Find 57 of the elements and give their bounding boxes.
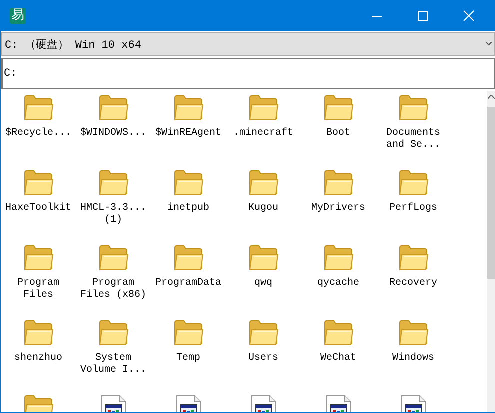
folder-icon[interactable] [324,170,354,196]
file-name[interactable]: $WinREAgent [152,128,225,140]
drive-dropdown[interactable]: C: （硬盘） Win 10 x64 [1,32,495,56]
folder-icon[interactable] [324,245,354,271]
file-name[interactable]: Boot [302,128,375,140]
folder-icon[interactable] [248,170,278,196]
vertical-scrollbar[interactable] [487,91,495,412]
file-name[interactable]: HaxeToolkit [2,203,75,215]
file-name[interactable]: shenzhuo [2,353,75,365]
path-field[interactable]: C: [1,58,495,89]
file-name[interactable]: ProgramData [152,278,225,290]
app-logo-icon: 易 [10,8,26,24]
file-name[interactable]: qwq [227,278,300,290]
folder-icon[interactable] [398,170,428,196]
file-name[interactable]: Users [227,353,300,365]
folder-icon[interactable] [24,320,54,346]
folder-icon[interactable] [24,245,54,271]
folder-icon[interactable] [24,95,54,121]
folder-icon[interactable] [398,245,428,271]
folder-icon[interactable] [174,95,204,121]
file-name[interactable]: Documents and Se... [377,128,450,152]
folder-icon[interactable] [98,245,128,271]
file-name[interactable]: $Recycle... [2,128,75,140]
folder-icon[interactable] [324,95,354,121]
folder-icon[interactable] [174,320,204,346]
file-name[interactable]: Windows [377,353,450,365]
file-name[interactable]: System Volume I... [77,353,150,377]
scrollbar-thumb[interactable] [487,107,495,279]
folder-icon[interactable] [98,170,128,196]
folder-icon[interactable] [248,320,278,346]
maximize-icon[interactable] [417,10,429,22]
file-name[interactable]: HMCL-3.3... (1) [77,203,150,227]
file-name[interactable]: Program Files [2,278,75,302]
file-name[interactable]: .minecraft [227,128,300,140]
file-name[interactable]: MyDrivers [302,203,375,215]
folder-icon[interactable] [398,95,428,121]
folder-icon[interactable] [174,170,204,196]
file-name[interactable]: Recovery [377,278,450,290]
file-name[interactable]: Temp [152,353,225,365]
file-name[interactable]: Kugou [227,203,300,215]
file-name[interactable]: inetpub [152,203,225,215]
file-name[interactable]: qycache [302,278,375,290]
folder-icon[interactable] [98,95,128,121]
folder-icon[interactable] [24,170,54,196]
file-name[interactable]: WeChat [302,353,375,365]
file-name[interactable]: $WINDOWS... [77,128,150,140]
scroll-up-icon[interactable] [488,95,494,99]
folder-icon[interactable] [248,95,278,121]
folder-icon[interactable] [98,320,128,346]
folder-icon[interactable] [174,245,204,271]
folder-icon[interactable] [324,320,354,346]
close-icon[interactable] [463,10,475,22]
folder-icon[interactable] [248,245,278,271]
file-name[interactable]: Program Files (x86) [77,278,150,302]
caret-icon [486,42,492,46]
folder-icon[interactable] [398,320,428,346]
file-name[interactable]: PerfLogs [377,203,450,215]
